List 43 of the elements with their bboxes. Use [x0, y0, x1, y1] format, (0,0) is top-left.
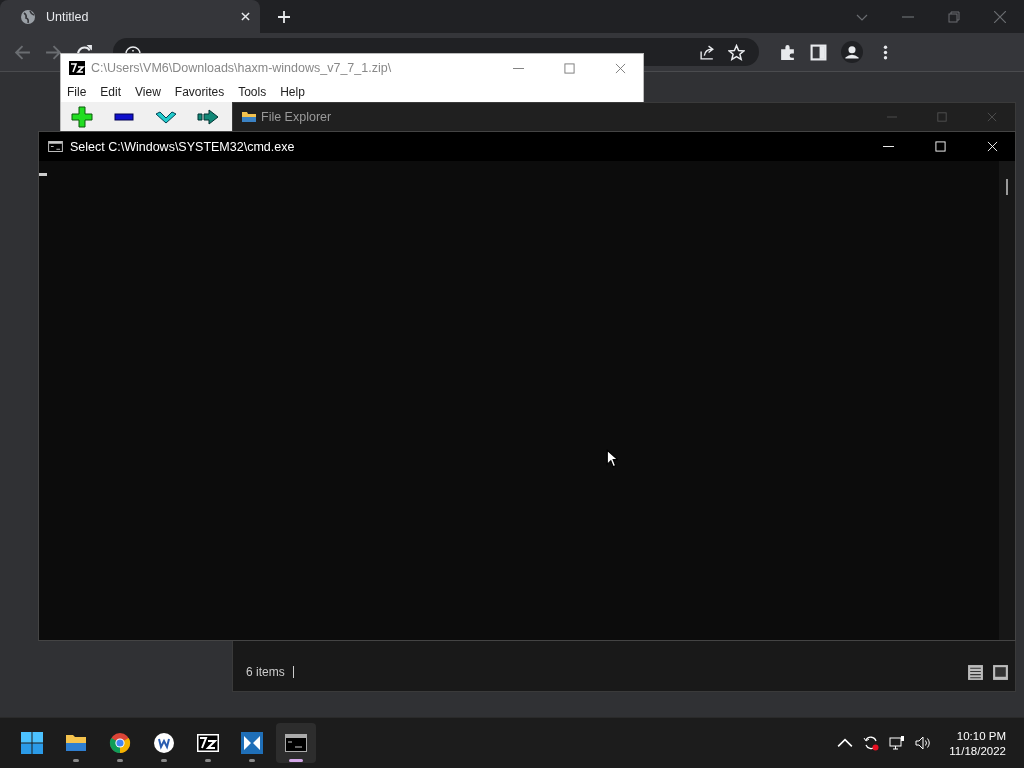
- profile-avatar-icon[interactable]: [841, 41, 863, 63]
- info-icon: [125, 46, 141, 53]
- puzzle-icon[interactable]: [779, 43, 796, 61]
- browser-logo-icon: [109, 732, 131, 754]
- clock[interactable]: 10:10 PM 11/18/2022: [949, 729, 1006, 757]
- new-tab-icon[interactable]: [278, 11, 290, 23]
- menu-item[interactable]: Tools: [238, 85, 267, 99]
- globe-icon: [20, 8, 36, 25]
- folder-icon: [65, 732, 87, 754]
- window-title: C:\Users\VM6\Downloads\haxm-windows_v7_7_1.zip\: [91, 61, 393, 75]
- windows-logo-icon: [21, 732, 43, 754]
- share-icon[interactable]: [699, 43, 716, 61]
- window-title: Select C:\Windows\SYSTEM32\cmd.exe: [70, 139, 296, 154]
- speaker-icon[interactable]: [915, 735, 932, 751]
- menu-item[interactable]: File: [67, 85, 87, 99]
- text-cursor: [39, 173, 47, 176]
- mouse-cursor-icon: [606, 449, 618, 468]
- arrow-right-icon[interactable]: [197, 106, 219, 128]
- side-panel-icon[interactable]: [810, 43, 827, 61]
- archive-app-icon: [197, 732, 219, 754]
- folder-icon: [241, 109, 257, 125]
- menu-item[interactable]: Edit: [100, 85, 122, 99]
- bowtie-app-icon: [241, 732, 263, 754]
- forward-icon[interactable]: [45, 43, 62, 61]
- menu-item[interactable]: View: [135, 85, 161, 99]
- network-icon[interactable]: [889, 735, 906, 751]
- taskbar-app[interactable]: [276, 723, 316, 763]
- console-icon: [48, 141, 63, 152]
- reload-icon[interactable]: [76, 44, 93, 53]
- add-icon[interactable]: [71, 106, 93, 128]
- star-icon[interactable]: [728, 43, 745, 61]
- console-icon: [285, 732, 307, 754]
- sync-alert-icon[interactable]: [863, 735, 880, 751]
- document-app-icon: [153, 732, 175, 754]
- app-logo-icon: [69, 61, 85, 75]
- browser-tab[interactable]: Untitled: [0, 0, 260, 33]
- details-view-icon[interactable]: [967, 663, 984, 681]
- menu-item[interactable]: Favorites: [174, 85, 225, 99]
- status-text: 6 items: [246, 665, 285, 679]
- scrollbar-thumb[interactable]: [1006, 179, 1008, 195]
- menu-item[interactable]: Help: [280, 85, 305, 99]
- window-title: File Explorer: [261, 110, 333, 124]
- tiles-view-icon[interactable]: [992, 663, 1009, 681]
